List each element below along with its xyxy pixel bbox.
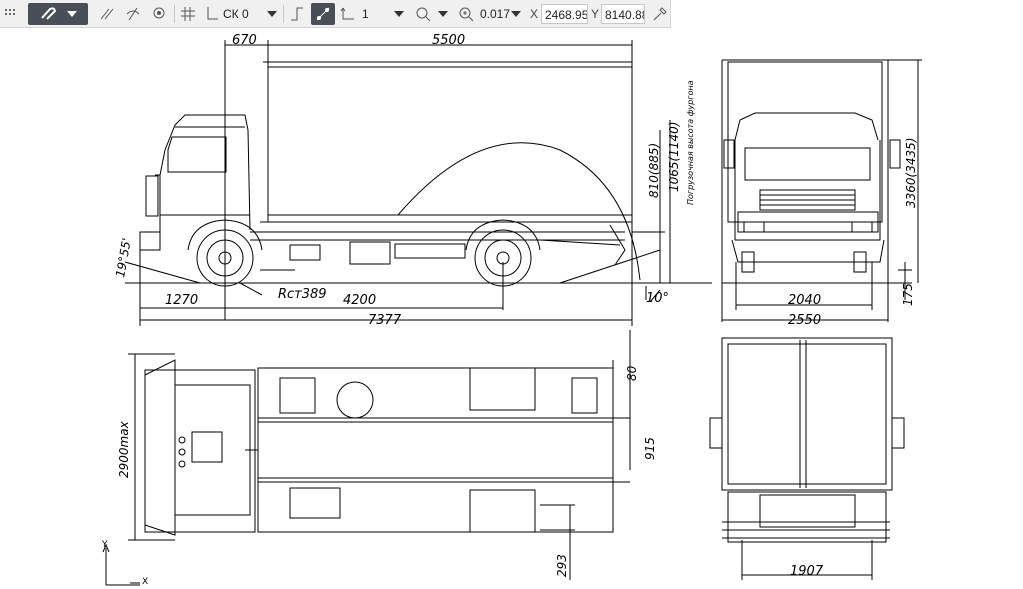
side-view [124,40,712,326]
loading-height-note: Погрузочная высота фургона [686,80,695,205]
x-coord-label: X [530,7,539,21]
dim-top-915: 915 [643,437,657,460]
y-coord-field[interactable]: 8140.887 [601,4,645,24]
magnet-icon [39,6,57,22]
snap-points-icon [315,6,331,22]
x-coord-field[interactable]: 2468.959 [541,4,588,24]
y-coord-label: Y [591,7,600,21]
chevron-down-icon[interactable] [392,3,406,25]
dim-top-width: 2900max [117,420,131,478]
parallel-lines-icon[interactable] [96,3,118,25]
dim-front-clearance: 175 [901,283,915,306]
dim-height-1065: 1065(1140) [667,122,681,192]
zoom-value[interactable]: 0.017 [480,3,510,25]
ucs-axis-icon [102,543,140,586]
chevron-down-icon[interactable] [265,3,279,25]
dim-body-length: 5500 [432,33,465,48]
axis-y-label: Y [101,540,108,550]
drawing-canvas[interactable]: 670 5500 1270 4200 7377 Rст389 19°55' 10… [0,0,1023,589]
dim-height-810: 810(885) [647,143,661,198]
zoom-icon[interactable] [456,3,476,25]
dim-approach-angle: 19°55' [113,237,134,279]
hide-objects-icon[interactable] [122,3,144,25]
dim-wheelbase: 4200 [343,293,376,308]
axis-x-label: X [142,577,148,587]
rear-view [709,337,905,580]
dim-turn-radius: Rст389 [278,287,327,302]
cad-toolbar: СК 0 1 0.017 X 2468.959 Y 8140.887 [0,0,671,28]
dim-departure-angle: 10° [646,291,669,306]
eyedropper-icon[interactable] [649,3,669,25]
coord-system-select[interactable]: СК 0 [223,3,249,25]
grip-icon[interactable] [2,3,18,25]
ortho-mode-icon[interactable] [287,3,307,25]
chevron-down-icon[interactable] [509,3,523,25]
chevron-down-icon[interactable] [436,3,450,25]
dim-front-to-axle: 1270 [165,293,198,308]
dim-top-80: 80 [625,365,639,381]
dim-front-track: 2040 [788,293,821,308]
show-objects-icon[interactable] [148,3,170,25]
dim-front-height: 3360(3435) [904,138,918,208]
coordinate-system-icon[interactable] [202,3,222,25]
dim-top-293: 293 [555,554,569,577]
dim-total-length: 7377 [368,313,402,328]
zoom-window-icon[interactable] [412,3,434,25]
dim-front-width: 2550 [788,313,821,328]
front-view [721,59,922,322]
top-view [128,330,631,580]
snap-points-button[interactable] [311,3,335,25]
local-cs-icon[interactable] [338,3,358,25]
snap-magnet-button[interactable] [28,3,88,25]
grid-icon[interactable] [178,3,198,25]
chevron-down-icon [67,11,77,17]
layer-select[interactable]: 1 [362,3,369,25]
dim-front-overhang: 670 [232,33,257,48]
dim-rear-track: 1907 [790,564,824,579]
